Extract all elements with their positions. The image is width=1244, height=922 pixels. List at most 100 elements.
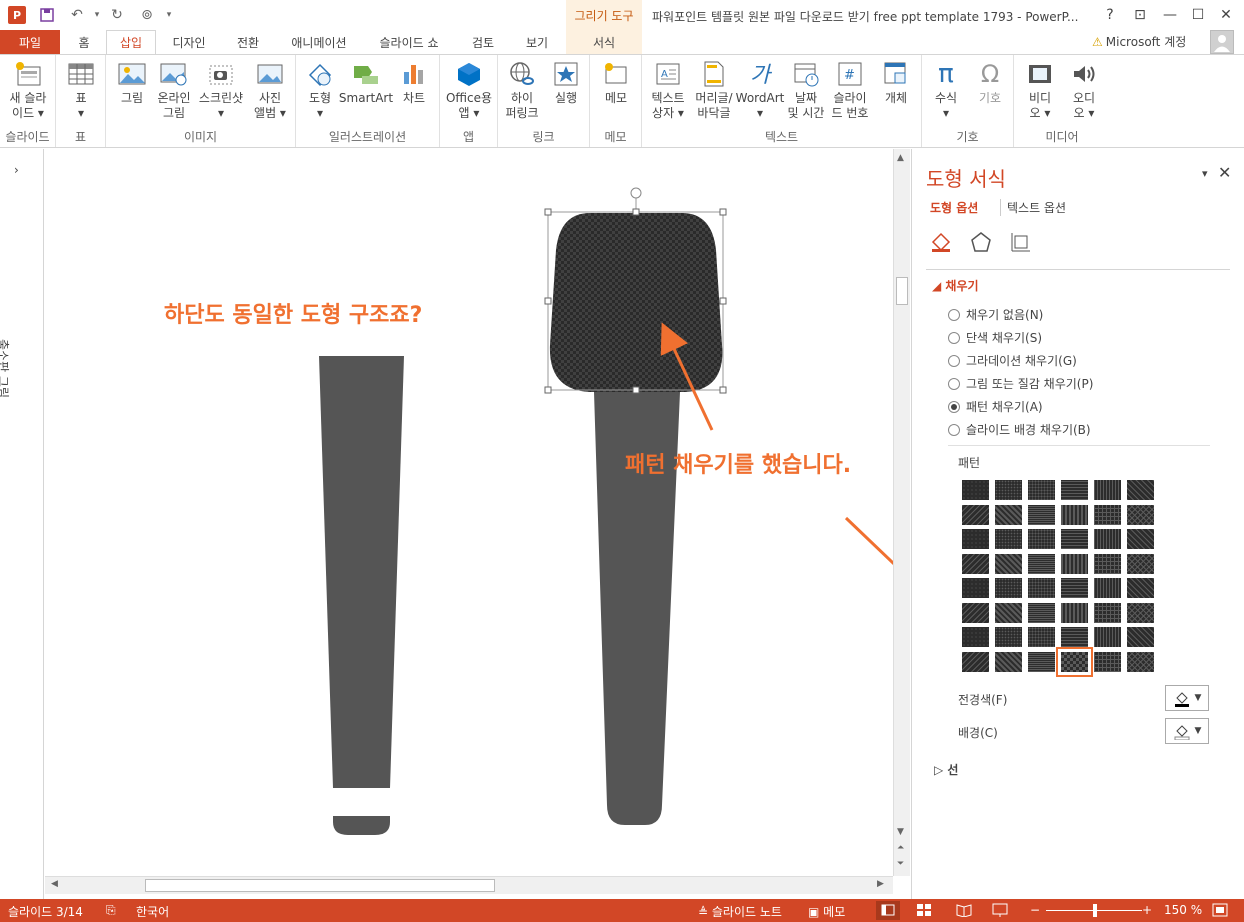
pattern-swatch[interactable]	[1127, 651, 1154, 672]
pattern-swatch[interactable]	[1061, 578, 1088, 598]
pattern-swatch[interactable]	[962, 480, 989, 500]
scroll-down-icon[interactable]: ▼	[897, 827, 904, 837]
notes-button[interactable]: ≜ 슬라이드 노트	[698, 903, 782, 920]
pattern-swatch[interactable]	[1028, 651, 1055, 672]
office-apps-button[interactable]: Office용 앱 ▾	[444, 59, 494, 121]
hyperlink-button[interactable]: 하이 퍼링크	[502, 59, 542, 121]
slide-sorter-view-icon[interactable]	[916, 903, 932, 920]
spellcheck-icon[interactable]: ⎘	[106, 903, 116, 918]
tab-shape-options[interactable]: 도형 옵션	[930, 199, 978, 216]
pattern-swatch[interactable]	[1028, 602, 1055, 623]
pattern-swatch[interactable]	[1127, 602, 1154, 623]
audio-button[interactable]: 오디 오 ▾	[1064, 59, 1104, 121]
pattern-swatch[interactable]	[1028, 553, 1055, 574]
pattern-swatch[interactable]	[962, 578, 989, 598]
radio-button[interactable]	[948, 377, 960, 390]
table-button[interactable]: 표 ▾	[66, 59, 96, 121]
radio-gradient-fill[interactable]: 그라데이션 채우기(G)	[948, 352, 1077, 369]
pattern-swatch[interactable]	[1127, 553, 1154, 574]
fill-line-icon[interactable]	[928, 229, 954, 255]
radio-button[interactable]	[948, 331, 960, 344]
comment-button[interactable]: 메모	[598, 59, 634, 106]
background-color-button[interactable]: ▼	[1165, 718, 1209, 744]
header-footer-button[interactable]: 머리글/ 바닥글	[692, 59, 736, 121]
radio-solid-fill[interactable]: 단색 채우기(S)	[948, 329, 1042, 346]
vertical-scrollbar[interactable]: ▲ ▼ ⏶ ⏷	[893, 149, 910, 876]
pattern-swatch[interactable]	[995, 529, 1022, 549]
pattern-swatch[interactable]	[1028, 578, 1055, 598]
chart-button[interactable]: 차트	[396, 59, 432, 106]
vertical-scroll-thumb[interactable]	[896, 277, 908, 305]
pattern-swatch[interactable]	[1061, 480, 1088, 500]
pattern-swatch[interactable]	[962, 553, 989, 574]
undo-icon[interactable]: ↶	[68, 6, 86, 24]
pattern-swatch[interactable]	[1127, 504, 1154, 525]
slide-number-button[interactable]: # 슬라이 드 번호	[828, 59, 872, 121]
zoom-out-icon[interactable]: −	[1030, 903, 1040, 917]
pattern-gallery[interactable]	[962, 480, 1154, 677]
radio-no-fill[interactable]: 채우기 없음(N)	[948, 306, 1043, 323]
scroll-up-icon[interactable]: ▲	[897, 153, 904, 163]
pattern-swatch[interactable]	[962, 651, 989, 672]
pattern-swatch[interactable]	[995, 602, 1022, 623]
equation-button[interactable]: π 수식 ▾	[926, 59, 966, 121]
zoom-in-icon[interactable]: +	[1142, 903, 1152, 917]
left-base-shape[interactable]	[333, 816, 390, 835]
save-icon[interactable]	[38, 6, 56, 24]
new-slide-button[interactable]: 새 슬라 이드 ▾	[4, 59, 52, 121]
pattern-swatch[interactable]	[1061, 529, 1088, 549]
expand-thumbnails-icon[interactable]: ›	[14, 163, 19, 177]
radio-button[interactable]	[948, 423, 960, 436]
line-section-header[interactable]: ▷ 선	[934, 761, 958, 778]
presentation-icon[interactable]: ⊚	[138, 6, 156, 24]
pattern-swatch[interactable]	[962, 602, 989, 623]
pattern-swatch[interactable]	[995, 553, 1022, 574]
pattern-swatch[interactable]	[1127, 529, 1154, 549]
reading-view-icon[interactable]	[956, 903, 972, 920]
pattern-swatch[interactable]	[1094, 529, 1121, 549]
radio-button-checked[interactable]	[948, 400, 960, 413]
scroll-left-icon[interactable]: ◀	[51, 879, 58, 889]
pattern-swatch[interactable]	[995, 651, 1022, 672]
minimize-button[interactable]: —	[1158, 4, 1182, 26]
pattern-swatch[interactable]	[1094, 651, 1121, 672]
foreground-color-button[interactable]: ▼	[1165, 685, 1209, 711]
radio-pattern-fill[interactable]: 패턴 채우기(A)	[948, 398, 1043, 415]
normal-view-button[interactable]	[876, 901, 900, 920]
pattern-swatch[interactable]	[962, 529, 989, 549]
pattern-swatch[interactable]	[1094, 578, 1121, 598]
pattern-swatch[interactable]	[1094, 504, 1121, 525]
pattern-swatch[interactable]	[1094, 553, 1121, 574]
action-button[interactable]: 실행	[546, 59, 586, 106]
horizontal-scroll-thumb[interactable]	[145, 879, 495, 892]
online-picture-button[interactable]: 온라인 그림	[154, 59, 194, 121]
photo-album-button[interactable]: 사진 앨범 ▾	[248, 59, 292, 121]
rotate-handle[interactable]	[630, 187, 642, 199]
pattern-swatch[interactable]	[995, 627, 1022, 647]
radio-slide-background-fill[interactable]: 슬라이드 배경 채우기(B)	[948, 421, 1091, 438]
radio-button[interactable]	[948, 354, 960, 367]
pattern-swatch[interactable]	[995, 480, 1022, 500]
pattern-swatch[interactable]	[1127, 578, 1154, 598]
tab-format[interactable]: 서식	[566, 30, 642, 54]
thumbnail-pane-label[interactable]: 축소판 그림	[0, 339, 12, 398]
pattern-swatch[interactable]	[1028, 480, 1055, 500]
object-button[interactable]: 개체	[876, 59, 916, 106]
shapes-button[interactable]: 도형 ▾	[302, 59, 338, 121]
pattern-swatch[interactable]	[962, 504, 989, 525]
tab-slideshow[interactable]: 슬라이드 쇼	[364, 30, 454, 54]
language-indicator[interactable]: 한국어	[136, 903, 169, 920]
pattern-swatch[interactable]	[1028, 504, 1055, 525]
tab-animations[interactable]: 애니메이션	[278, 30, 360, 54]
zoom-slider-thumb[interactable]	[1093, 904, 1097, 917]
video-button[interactable]: 비디 오 ▾	[1020, 59, 1060, 121]
close-button[interactable]: ✕	[1214, 4, 1238, 26]
pattern-swatch[interactable]	[1061, 602, 1088, 623]
pane-options-icon[interactable]: ▾	[1202, 167, 1208, 180]
picture-button[interactable]: 그림	[114, 59, 150, 106]
pane-close-icon[interactable]: ✕	[1218, 163, 1231, 182]
customize-qat-icon[interactable]: ▾	[160, 6, 178, 24]
tab-home[interactable]: 홈	[64, 30, 104, 54]
pattern-swatch[interactable]	[995, 504, 1022, 525]
pattern-swatch[interactable]	[1061, 553, 1088, 574]
